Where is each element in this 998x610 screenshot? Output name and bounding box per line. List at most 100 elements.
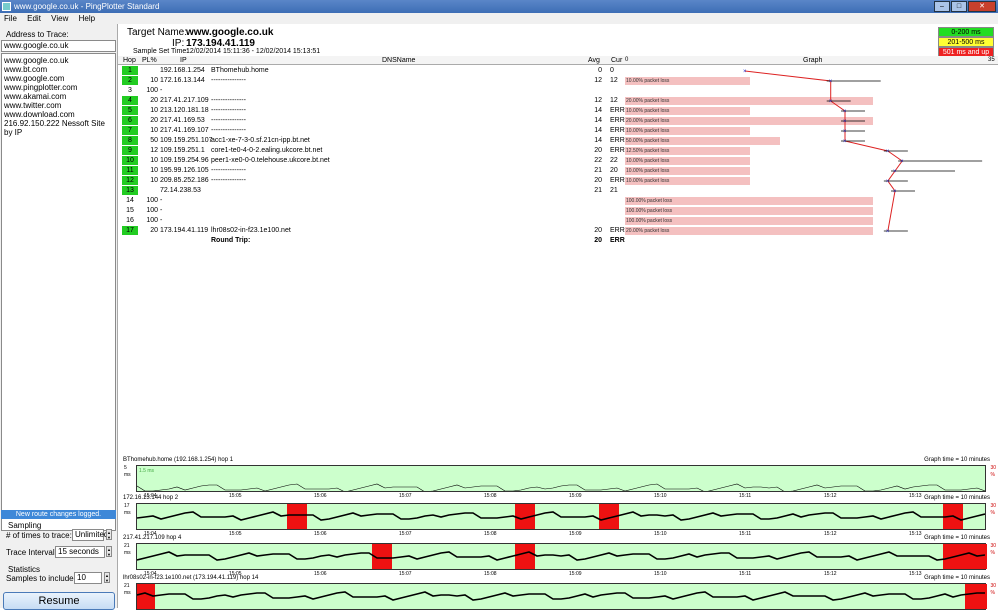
hop-pl: 100: [146, 207, 158, 214]
hop-ip: 195.99.126.105: [160, 167, 209, 174]
interval-select[interactable]: 15 seconds: [55, 546, 105, 558]
timeline-title: 172.16.13.144 hop 2: [123, 495, 179, 501]
hop-pl: 20: [150, 227, 158, 234]
history-item[interactable]: www.twitter.com: [4, 101, 115, 110]
menu-bar: File Edit View Help: [0, 13, 998, 24]
hop-avg: 14: [594, 127, 602, 134]
timeline-loss-axis: 30%: [990, 465, 996, 478]
hop-number: 15: [126, 207, 134, 214]
timeline-plot[interactable]: 1.5 ms: [136, 465, 986, 492]
hop-number: 7: [122, 126, 138, 135]
trace-column-header: Hop PL% IP DNSName Avg Cur Graph 0 35: [118, 56, 998, 65]
hop-avg: 14: [594, 107, 602, 114]
history-item[interactable]: www.bt.com: [4, 65, 115, 74]
hop-avg: 12: [594, 77, 602, 84]
timeline-graph[interactable]: 172.16.13.144 hop 2 Graph time = 10 minut…: [120, 495, 998, 537]
maximize-button[interactable]: □: [951, 1, 967, 12]
history-item[interactable]: www.pingplotter.com: [4, 83, 115, 92]
history-item[interactable]: www.google.co.uk: [4, 56, 115, 65]
interval-spinner[interactable]: ▲ ▼: [106, 546, 112, 557]
times-spinner[interactable]: ▲ ▼: [106, 529, 112, 540]
sample-time-value: 12/02/2014 15:11:36 - 12/02/2014 15:13:5…: [186, 48, 321, 55]
hop-ip: 217.41.169.53: [160, 117, 205, 124]
menu-help[interactable]: Help: [79, 14, 95, 23]
minimize-button[interactable]: –: [934, 1, 950, 12]
timeline-plot[interactable]: [136, 583, 987, 610]
app-icon: [2, 2, 11, 11]
col-hop[interactable]: Hop: [123, 56, 136, 65]
hop-dns: ---------------: [211, 177, 246, 184]
hop-cur: 12: [610, 77, 618, 84]
menu-view[interactable]: View: [51, 14, 68, 23]
col-avg[interactable]: Avg: [588, 56, 600, 65]
latency-point: ×: [886, 149, 890, 155]
hop-avg: 21: [594, 187, 602, 194]
round-trip-avg: 20: [594, 237, 602, 244]
timeline-latency-line: [137, 591, 985, 601]
col-dns[interactable]: DNSName: [382, 56, 415, 65]
hop-cur: ERR: [610, 177, 625, 184]
timeline-graph[interactable]: lhr08s02-in-f23.1e100.net (173.194.41.11…: [120, 575, 998, 610]
graph-scale-left: 0: [625, 57, 629, 63]
col-graph[interactable]: Graph: [803, 56, 822, 65]
timeline-plot[interactable]: [136, 543, 987, 570]
packet-loss-bar: 10.00% packet loss: [625, 107, 750, 115]
hop-ip: 109.159.251.1: [160, 147, 205, 154]
col-cur[interactable]: Cur: [611, 56, 622, 65]
menu-file[interactable]: File: [4, 14, 17, 23]
col-pl[interactable]: PL%: [142, 56, 157, 65]
hop-avg: 20: [594, 227, 602, 234]
hop-pl: 10: [150, 77, 158, 84]
hop-cur: ERR: [610, 147, 625, 154]
packet-loss-bar: 12.50% packet loss: [625, 147, 750, 155]
hop-number: 5: [122, 106, 138, 115]
hop-ip: 109.159.251.107: [160, 137, 213, 144]
hop-number: 13: [122, 186, 138, 195]
history-item[interactable]: www.google.com: [4, 74, 115, 83]
hop-pl: 100: [146, 87, 158, 94]
hop-ip: -: [160, 197, 163, 204]
timeline-plot[interactable]: [136, 503, 986, 530]
history-item[interactable]: 216.92.150.222 Nessoft Site by IP: [4, 119, 115, 137]
col-ip[interactable]: IP: [180, 56, 187, 65]
hop-pl: 10: [150, 167, 158, 174]
hop-avg: 22: [594, 157, 602, 164]
address-input[interactable]: www.google.co.uk: [1, 40, 116, 52]
samples-spinner[interactable]: ▲ ▼: [104, 572, 110, 583]
history-item[interactable]: www.download.com: [4, 110, 115, 119]
hop-pl: 20: [150, 97, 158, 104]
resume-button[interactable]: Resume: [3, 592, 115, 610]
hop-ip: -: [160, 207, 163, 214]
address-history-list[interactable]: www.google.co.uk www.bt.com www.google.com…: [1, 53, 116, 531]
timeline-ymax: 21 ms: [124, 583, 131, 596]
hop-avg: 12: [594, 97, 602, 104]
hop-pl: 10: [150, 157, 158, 164]
times-select[interactable]: Unlimited: [72, 529, 108, 541]
route-change-banner[interactable]: New route changes logged.: [1, 510, 116, 519]
menu-edit[interactable]: Edit: [27, 14, 41, 23]
close-button[interactable]: ✕: [968, 1, 996, 12]
legend-mid: 201-500 ms: [938, 37, 994, 47]
trace-header: Target Name: www.google.co.uk IP: 173.19…: [118, 24, 998, 56]
hop-pl: 10: [150, 127, 158, 134]
packet-loss-bar: 10.00% packet loss: [625, 127, 750, 135]
hop-dns: ---------------: [211, 97, 246, 104]
hop-cur: ERR: [610, 137, 625, 144]
hop-ip: 173.194.41.119: [160, 227, 209, 234]
hop-pl: 100: [146, 217, 158, 224]
timeline-graph[interactable]: 217.41.217.109 hop 4 Graph time = 10 minu…: [120, 535, 998, 577]
hop-pl: 10: [150, 177, 158, 184]
history-item[interactable]: www.akamai.com: [4, 92, 115, 101]
latency-graph: ×××××××××××××: [743, 69, 983, 235]
graph-scale-right: 35: [988, 57, 995, 63]
timeline-graph[interactable]: BThomehub.home (192.168.1.254) hop 1 Grap…: [120, 457, 998, 499]
timeline-graph-time: Graph time = 10 minutes: [924, 575, 990, 581]
samples-input[interactable]: 10: [74, 572, 102, 584]
title-bar: www.google.co.uk - PingPlotter Standard …: [0, 0, 998, 13]
hop-avg: 21: [594, 167, 602, 174]
hop-number: 14: [126, 197, 134, 204]
latency-point: ×: [829, 99, 833, 105]
hop-number: 17: [122, 226, 138, 235]
timeline-loss-axis: 30%: [990, 583, 996, 596]
timeline-loss-axis: 30%: [990, 503, 996, 516]
